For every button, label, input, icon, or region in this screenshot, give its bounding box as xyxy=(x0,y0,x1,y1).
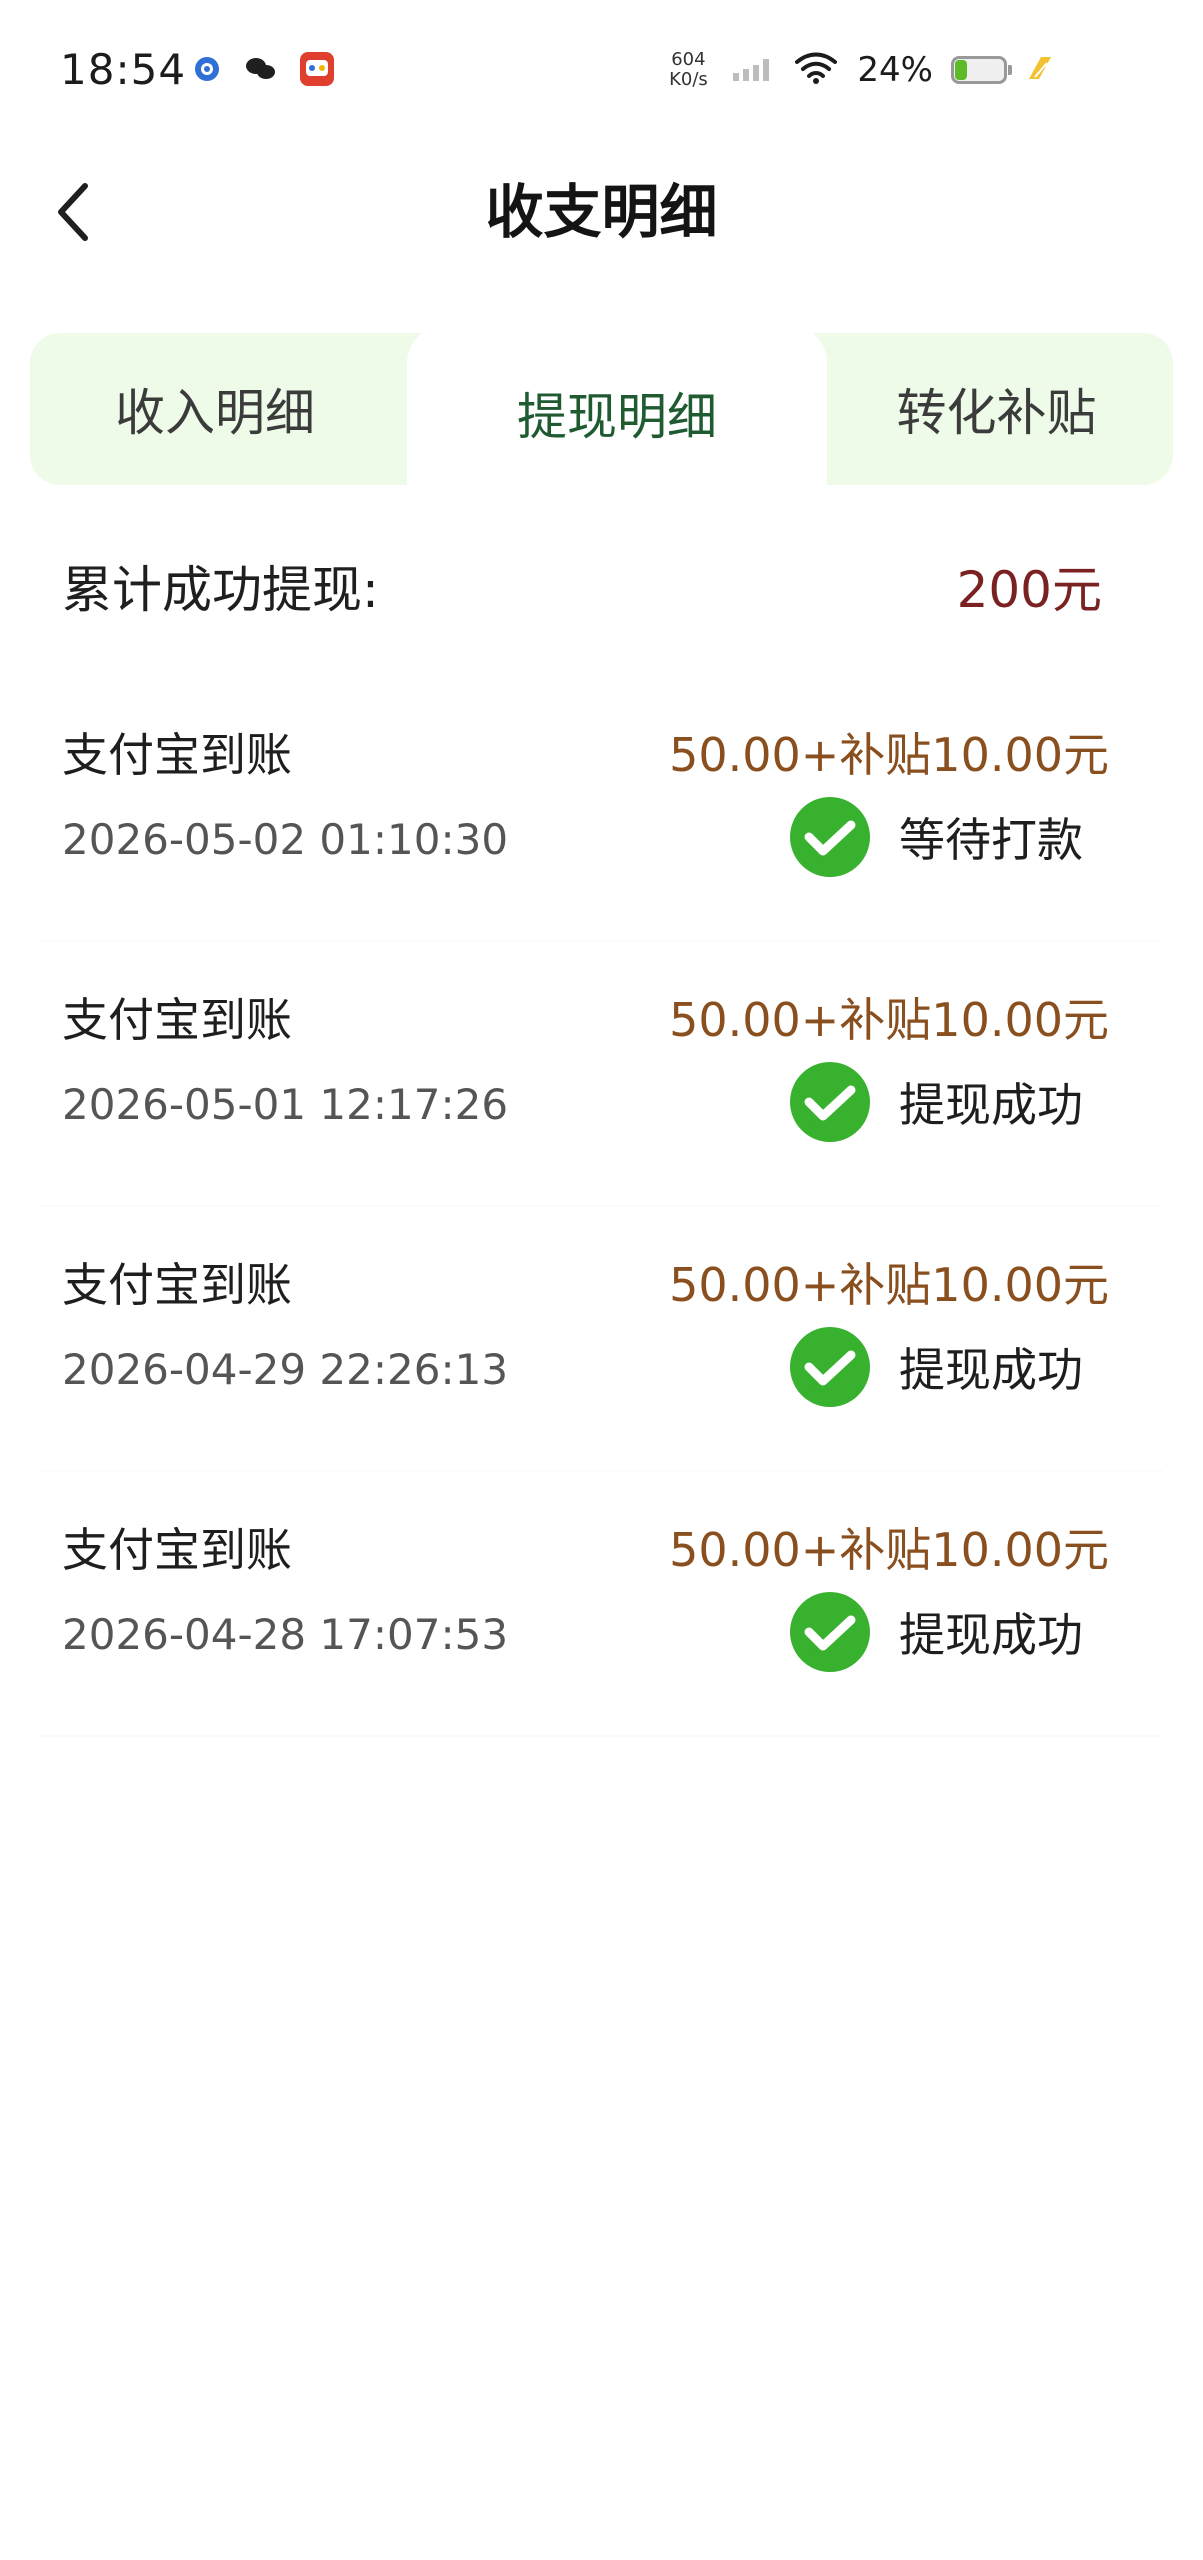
app-icon-3 xyxy=(298,50,336,92)
record-amount: 50.00+补贴10.00元 xyxy=(669,1258,1109,1312)
list-item[interactable]: 支付宝到账 2026-04-28 17:07:53 50.00+补贴10.00元… xyxy=(40,1515,1163,1737)
page-title: 收支明细 xyxy=(485,178,718,246)
wechat-pay-icon xyxy=(790,797,870,877)
record-status-text: 提现成功 xyxy=(899,1608,1083,1662)
network-speed: 604 K0/s xyxy=(663,50,713,90)
record-status-text: 提现成功 xyxy=(899,1343,1083,1397)
withdrawal-summary: 累计成功提现: 200元 xyxy=(62,555,1102,625)
record-status: 提现成功 xyxy=(783,1057,1083,1153)
list-item[interactable]: 支付宝到账 2026-05-02 01:10:30 50.00+补贴10.00元… xyxy=(40,720,1163,942)
battery-percentage: 24% xyxy=(857,50,933,90)
summary-label: 累计成功提现: xyxy=(62,561,379,619)
record-time: 2026-05-01 12:17:26 xyxy=(62,1080,509,1129)
status-app-icons xyxy=(190,50,336,92)
record-status: 等待打款 xyxy=(783,792,1083,888)
network-speed-value: 604 xyxy=(671,49,706,70)
record-title: 支付宝到账 xyxy=(62,993,292,1047)
tab-bar: 收入明细 提现明细 转化补贴 xyxy=(30,325,1173,500)
list-item[interactable]: 支付宝到账 2026-05-01 12:17:26 50.00+补贴10.00元… xyxy=(40,985,1163,1207)
record-status-text: 提现成功 xyxy=(899,1078,1083,1132)
record-time: 2026-04-29 22:26:13 xyxy=(62,1345,509,1394)
record-title: 支付宝到账 xyxy=(62,1258,292,1312)
tab-income-details[interactable]: 收入明细 xyxy=(30,333,400,485)
summary-value: 200元 xyxy=(956,561,1102,619)
tab-conversion-subsidy[interactable]: 转化补贴 xyxy=(820,333,1173,485)
wechat-pay-icon xyxy=(790,1592,870,1672)
record-amount: 50.00+补贴10.00元 xyxy=(669,1523,1109,1577)
record-title: 支付宝到账 xyxy=(62,1523,292,1577)
status-right: 604 K0/s 24% xyxy=(663,42,1055,98)
wechat-pay-icon xyxy=(790,1327,870,1407)
battery-fill xyxy=(955,60,967,80)
tab-withdrawal-details[interactable]: 提现明细 xyxy=(407,325,827,500)
battery-icon xyxy=(951,56,1012,84)
record-time: 2026-05-02 01:10:30 xyxy=(62,815,509,864)
record-title: 支付宝到账 xyxy=(62,728,292,782)
charging-icon xyxy=(1025,53,1055,87)
wifi-icon xyxy=(793,50,839,90)
status-bar: 18:54 604 K0/s 24% xyxy=(0,0,1203,140)
header: 收支明细 xyxy=(0,155,1203,275)
signal-icon xyxy=(731,53,775,87)
app-icon-1 xyxy=(190,52,224,90)
record-amount: 50.00+补贴10.00元 xyxy=(669,993,1109,1047)
app-icon-2 xyxy=(242,52,280,90)
wechat-pay-icon xyxy=(790,1062,870,1142)
record-time: 2026-04-28 17:07:53 xyxy=(62,1610,509,1659)
list-item[interactable]: 支付宝到账 2026-04-29 22:26:13 50.00+补贴10.00元… xyxy=(40,1250,1163,1472)
record-status-text: 等待打款 xyxy=(899,813,1083,867)
record-amount: 50.00+补贴10.00元 xyxy=(669,728,1109,782)
record-status: 提现成功 xyxy=(783,1322,1083,1418)
network-speed-unit: K0/s xyxy=(669,69,708,90)
record-status: 提现成功 xyxy=(783,1587,1083,1683)
status-time: 18:54 xyxy=(60,45,187,94)
